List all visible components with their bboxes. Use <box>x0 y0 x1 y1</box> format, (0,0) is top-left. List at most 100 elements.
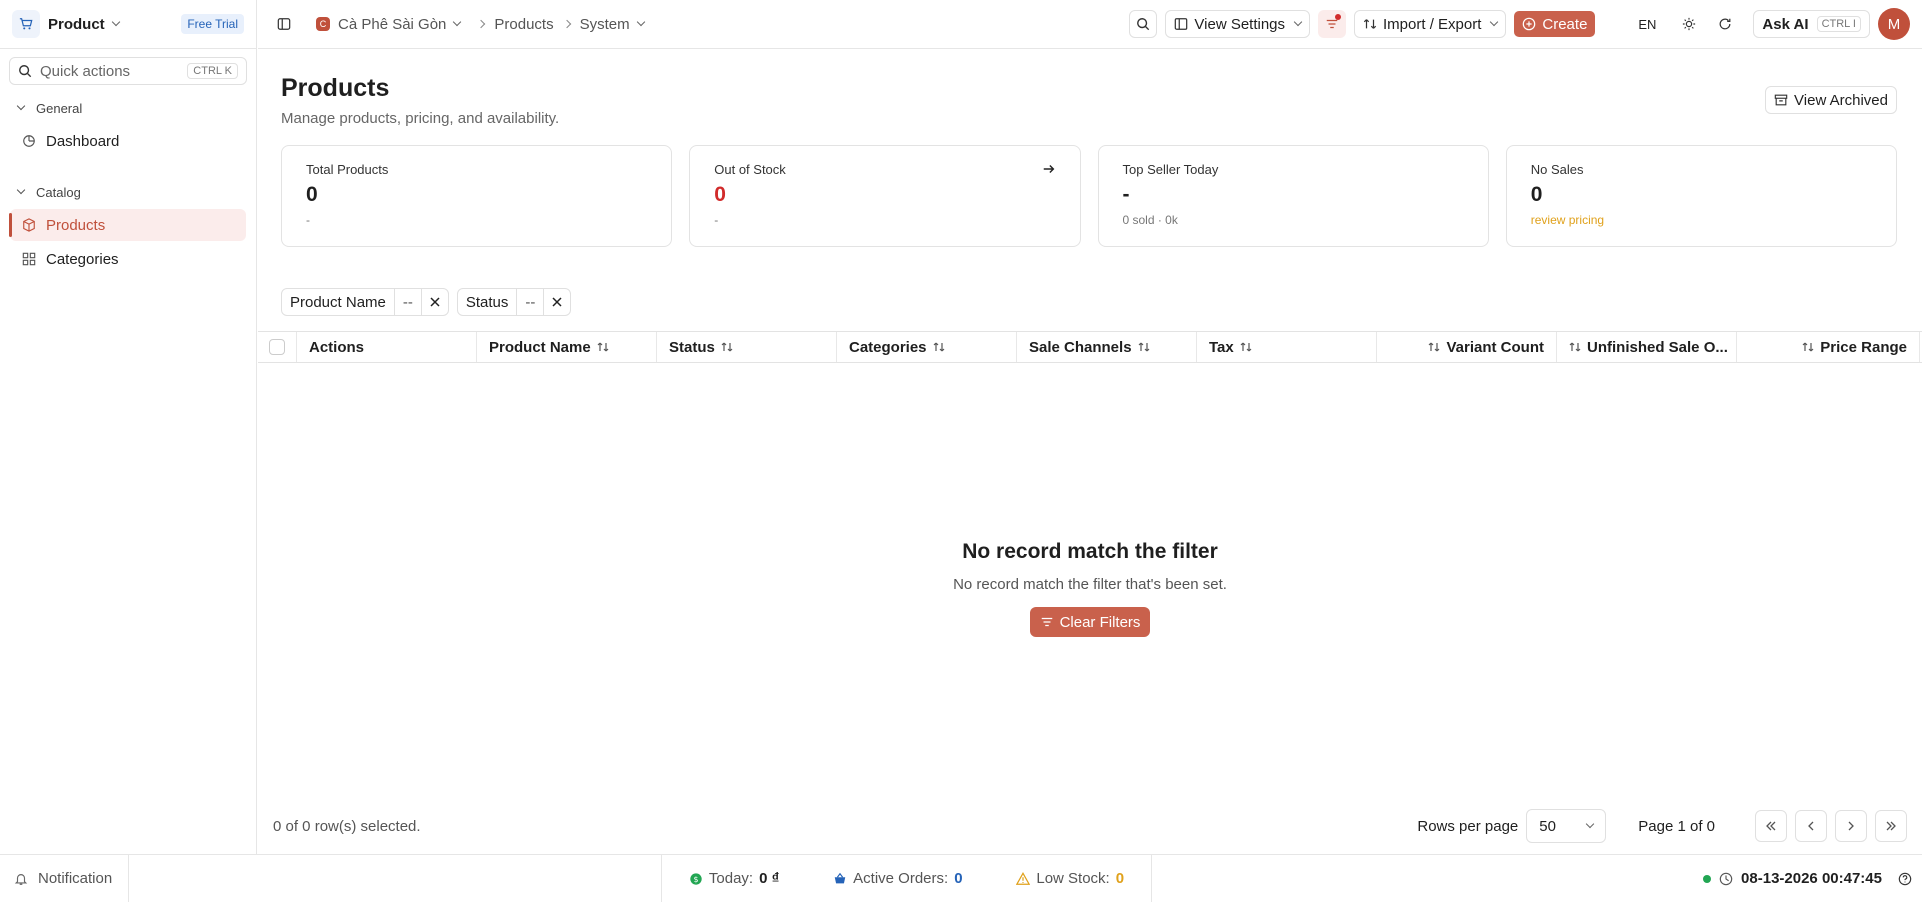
column-header-variant-count[interactable]: Variant Count <box>1377 332 1557 362</box>
language-button[interactable]: EN <box>1627 10 1667 38</box>
clock-icon <box>1719 872 1733 885</box>
column-header-status[interactable]: Status <box>657 332 837 362</box>
sidebar-item-label: Categories <box>46 250 119 268</box>
help-icon[interactable] <box>1898 872 1912 886</box>
close-icon[interactable] <box>422 289 448 315</box>
view-archived-button[interactable]: View Archived <box>1765 86 1897 114</box>
stat-active-orders: Active Orders: 0 <box>833 870 963 887</box>
clock: 08-13-2026 00:47:45 <box>1703 870 1912 887</box>
nav-group-general[interactable]: General <box>0 93 256 123</box>
import-export-label: Import / Export <box>1383 15 1482 33</box>
chevron-left-icon <box>1808 821 1814 831</box>
column-label: Sale Channels <box>1029 338 1132 356</box>
store-logo-icon: C <box>316 17 330 31</box>
stat-card-subtext: review pricing <box>1530 213 1605 227</box>
page-title: Products <box>281 74 390 102</box>
active-filters: Product Name -- Status -- <box>281 288 572 316</box>
column-header-unfinished-sale-orders[interactable]: Unfinished Sale O... <box>1557 332 1737 362</box>
breadcrumb: C Cà Phê Sài Gòn Products System <box>316 16 645 33</box>
stat-card-label: Top Seller Today <box>1122 162 1219 177</box>
column-label: Categories <box>849 338 927 356</box>
sort-icon <box>1240 341 1252 353</box>
sort-icon <box>1428 341 1440 353</box>
sidebar-item-label: Dashboard <box>46 132 120 150</box>
select-all-checkbox[interactable] <box>258 332 297 362</box>
column-header-categories[interactable]: Categories <box>837 332 1017 362</box>
chevron-down-icon <box>1490 17 1499 27</box>
stat-card-out-of-stock[interactable]: Out of Stock 0 - <box>689 145 1081 247</box>
quick-actions-label: Quick actions <box>40 62 131 80</box>
previous-page-button[interactable] <box>1795 810 1827 842</box>
chevron-right-icon <box>1848 821 1854 831</box>
column-label: Product Name <box>489 338 591 356</box>
refresh-button[interactable] <box>1711 10 1739 38</box>
chevron-down-icon <box>636 17 645 27</box>
empty-state: No record match the filter No record mat… <box>258 540 1922 637</box>
app-switcher[interactable]: Product Free Trial <box>0 0 256 49</box>
stat-card-value: 0 <box>1530 183 1543 206</box>
swap-icon <box>1363 19 1377 29</box>
stat-low-stock-value: 0 <box>1115 870 1125 887</box>
first-page-button[interactable] <box>1755 810 1787 842</box>
breadcrumb-products[interactable]: Products <box>494 16 553 33</box>
breadcrumb-scope[interactable]: System <box>580 16 630 33</box>
nav-group-label: General <box>36 100 83 116</box>
stat-active-orders-value: 0 <box>954 870 963 887</box>
nav-group-label: Catalog <box>36 184 81 200</box>
stat-card-value: - <box>1122 183 1130 206</box>
create-button[interactable]: Create <box>1514 11 1596 37</box>
clear-filters-button[interactable]: Clear Filters <box>1029 607 1151 637</box>
sidebar: Product Free Trial Quick actions CTRL K … <box>0 0 257 854</box>
stat-card-label: No Sales <box>1530 162 1584 177</box>
column-header-product-name[interactable]: Product Name <box>477 332 657 362</box>
rows-per-page-value: 50 <box>1539 817 1556 835</box>
search-icon <box>19 65 32 78</box>
stat-active-orders-label: Active Orders: <box>853 870 949 887</box>
chevrons-left-icon <box>1766 821 1776 831</box>
stat-cards: Total Products 0 - Out of Stock 0 - Top … <box>281 145 1897 247</box>
filter-button[interactable] <box>1318 10 1347 38</box>
main-content: Products Manage products, pricing, and a… <box>258 50 1922 854</box>
sidebar-toggle-button[interactable] <box>270 10 298 38</box>
next-page-button[interactable] <box>1835 810 1867 842</box>
stat-today-value: 0 ₫ <box>759 870 780 887</box>
chevron-down-icon <box>111 17 120 27</box>
column-header-price-range[interactable]: Price Range <box>1737 332 1920 362</box>
search-button[interactable] <box>1129 10 1158 38</box>
column-header-sale-channels[interactable]: Sale Channels <box>1017 332 1197 362</box>
close-icon[interactable] <box>544 289 570 315</box>
page-indicator: Page 1 of 0 <box>1638 817 1715 835</box>
topbar: C Cà Phê Sài Gòn Products System View Se… <box>258 0 1922 49</box>
view-settings-button[interactable]: View Settings <box>1165 10 1311 38</box>
notification-button[interactable]: Notification <box>0 855 129 902</box>
stat-card-subtext: - <box>306 213 310 227</box>
breadcrumb-store[interactable]: Cà Phê Sài Gòn <box>338 16 446 33</box>
chevron-down-icon <box>453 17 462 27</box>
nav-group-catalog[interactable]: Catalog <box>0 177 256 207</box>
sidebar-item-categories[interactable]: Categories <box>10 243 246 275</box>
ask-ai-button[interactable]: Ask AI CTRL I <box>1753 10 1870 38</box>
last-page-button[interactable] <box>1875 810 1907 842</box>
grid-icon <box>22 252 36 266</box>
filter-chip-product-name[interactable]: Product Name -- <box>281 288 449 316</box>
sidebar-item-dashboard[interactable]: Dashboard <box>10 125 246 157</box>
plus-circle-icon <box>1523 17 1536 31</box>
sidebar-item-products[interactable]: Products <box>9 209 246 241</box>
status-bar: Notification $ Today: 0 ₫ Active Orders:… <box>0 854 1922 902</box>
dollar-icon: $ <box>690 872 702 885</box>
basket-icon <box>834 872 846 883</box>
theme-toggle-button[interactable] <box>1675 10 1703 38</box>
rows-per-page-select[interactable]: 50 <box>1526 809 1607 843</box>
table-header: Actions Product Name Status Categories S… <box>258 331 1922 363</box>
column-header-tax[interactable]: Tax <box>1197 332 1377 362</box>
column-label: Variant Count <box>1446 338 1544 356</box>
import-export-button[interactable]: Import / Export <box>1354 10 1507 38</box>
stat-card-subtext: - <box>714 213 719 227</box>
sort-icon <box>1138 341 1150 353</box>
arrow-right-icon[interactable] <box>1042 162 1056 179</box>
quick-actions-input[interactable]: Quick actions CTRL K <box>9 57 247 85</box>
clear-filters-label: Clear Filters <box>1059 613 1141 631</box>
search-icon <box>1137 18 1150 31</box>
filter-chip-status[interactable]: Status -- <box>456 288 572 316</box>
avatar[interactable]: M <box>1878 8 1910 40</box>
